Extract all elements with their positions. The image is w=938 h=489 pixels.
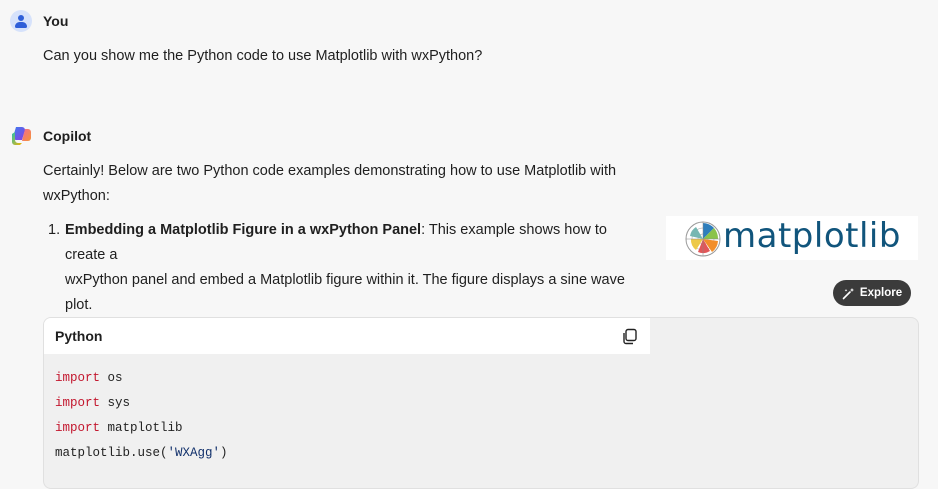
copy-icon[interactable] [622,328,638,345]
code-content: import os import sys import matplotlib matp… [55,366,228,466]
list-item: Embedding a Matplotlib Figure in a wxPyt… [65,218,645,318]
code-block-header: Python [44,318,650,354]
matplotlib-logo-text: matplotlib [723,216,901,256]
user-icon [18,15,24,21]
explore-button[interactable]: Explore [833,280,911,306]
code-line: matplotlib.use('WXAgg') [55,446,228,460]
user-name: You [43,13,69,29]
matplotlib-image[interactable]: matplotlib [666,216,918,260]
assistant-name: Copilot [43,128,92,144]
assistant-intro-line2: wxPython: [43,188,110,204]
list-item-text-line3: plot. [65,297,93,313]
code-block: Python import os import sys import matplot… [43,317,919,489]
code-line: import os [55,371,123,385]
list-number: 1. [48,222,61,238]
matplotlib-logo-icon [685,221,721,257]
user-message: Can you show me the Python code to use M… [43,48,483,64]
magic-wand-icon [842,287,854,299]
list-item-title: Embedding a Matplotlib Figure in a wxPyt… [65,222,422,238]
copilot-logo-icon [12,127,31,145]
explore-label: Explore [859,287,903,299]
code-line: import sys [55,396,131,410]
list-item-text-line2: wxPython panel and embed a Matplotlib fi… [65,272,625,288]
code-line: import matplotlib [55,421,183,435]
assistant-intro-line1: Certainly! Below are two Python code exa… [43,163,617,179]
code-language-label: Python [55,328,103,344]
user-avatar [10,10,32,32]
